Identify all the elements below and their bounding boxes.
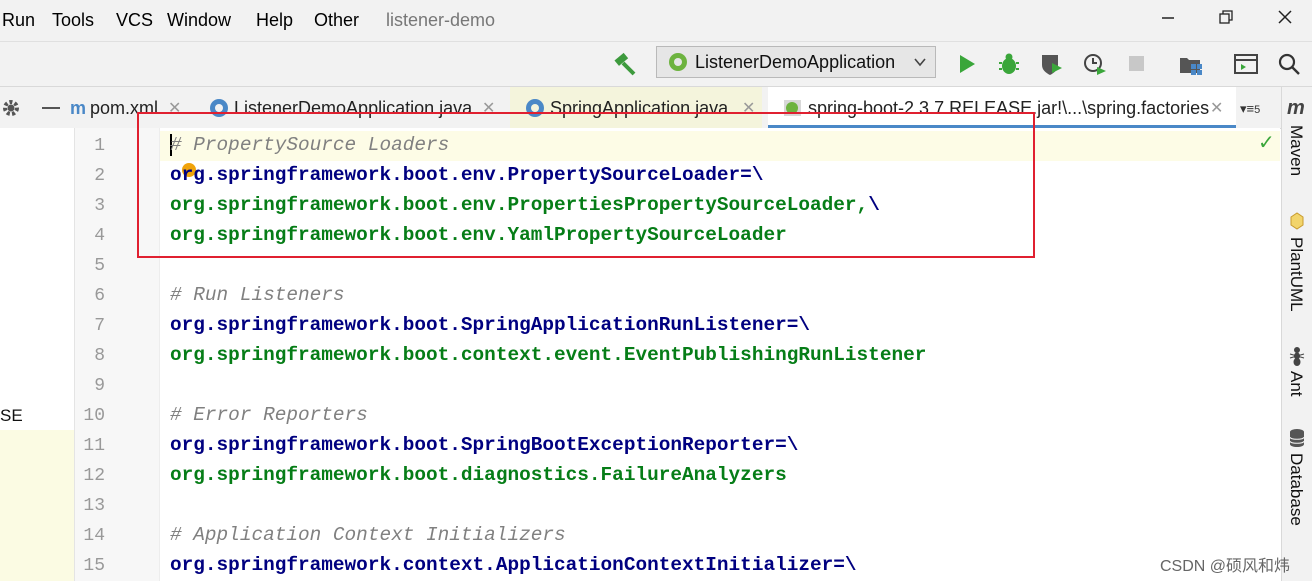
search-icon — [1278, 53, 1300, 75]
chevron-down-icon: ▾≡ — [1240, 101, 1255, 116]
minimize-icon — [1162, 17, 1174, 19]
chevron-down-icon — [914, 58, 926, 67]
project-structure-icon — [1180, 58, 1202, 75]
line-number: 12 — [83, 466, 105, 486]
build-button[interactable] — [612, 51, 638, 77]
tab-overflow-button[interactable]: ▾≡5 — [1240, 101, 1260, 117]
gear-icon — [3, 100, 19, 116]
project-tree-item[interactable]: SE — [0, 406, 23, 426]
presentation-mode-button[interactable] — [1233, 51, 1259, 77]
line-number: 11 — [83, 436, 105, 456]
search-everywhere-button[interactable] — [1276, 51, 1302, 77]
menu-run[interactable]: Run — [2, 10, 35, 31]
restore-icon — [1219, 10, 1233, 24]
code-value: org.springframework.boot.context.event.E… — [170, 344, 927, 366]
tool-window-maven[interactable]: Maven — [1286, 125, 1306, 176]
profile-button[interactable] — [1082, 51, 1108, 77]
code-comment: # Error Reporters — [170, 404, 368, 426]
debug-button[interactable] — [996, 51, 1022, 77]
spring-boot-icon — [669, 53, 687, 71]
right-tool-window-bar: m Maven PlantUML Ant Database — [1281, 87, 1312, 581]
profiler-icon — [1084, 54, 1106, 75]
code-value: org.springframework.boot.diagnostics.Fai… — [170, 464, 787, 486]
line-number: 1 — [94, 136, 105, 156]
close-icon[interactable]: ✕ — [1210, 98, 1223, 118]
menu-bar: Run Tools VCS Window Help Other listener… — [0, 0, 1312, 42]
line-number: 10 — [83, 406, 105, 426]
line-number: 6 — [94, 286, 105, 306]
line-number: 5 — [94, 256, 105, 276]
play-icon — [960, 55, 975, 73]
hammer-icon — [614, 52, 636, 76]
tab-overflow-count: 5 — [1254, 104, 1261, 116]
code-key: org.springframework.boot.SpringBootExcep… — [170, 434, 799, 456]
menu-help[interactable]: Help — [256, 10, 293, 31]
tool-window-ant[interactable]: Ant — [1286, 371, 1306, 397]
line-number: 9 — [94, 376, 105, 396]
line-number: 15 — [83, 556, 105, 576]
project-structure-button[interactable] — [1178, 51, 1204, 77]
selected-row-highlight — [0, 430, 74, 581]
watermark: CSDN @硕风和炜 — [1160, 558, 1291, 575]
project-title: listener-demo — [386, 10, 496, 30]
main-toolbar: ListenerDemoApplication — [0, 42, 1312, 87]
stop-icon — [1129, 56, 1144, 71]
menu-tools[interactable]: Tools — [52, 10, 94, 31]
line-number: 8 — [94, 346, 105, 366]
ant-icon — [1289, 347, 1305, 366]
minimize-button[interactable] — [1151, 6, 1185, 32]
menu-vcs[interactable]: VCS — [116, 10, 153, 31]
window-icon — [1234, 54, 1258, 74]
maven-file-icon: m — [70, 98, 87, 118]
tool-window-plantuml[interactable]: PlantUML — [1286, 237, 1306, 312]
menu-other[interactable]: Other — [314, 10, 359, 31]
code-key: org.springframework.context.ApplicationC… — [170, 554, 857, 576]
line-number: 3 — [94, 196, 105, 216]
project-panel: SE — [0, 128, 75, 581]
annotation-highlight-box — [137, 112, 1035, 258]
inspection-ok-icon[interactable]: ✓ — [1258, 130, 1275, 155]
code-comment: # Run Listeners — [170, 284, 345, 306]
line-number: 14 — [83, 526, 105, 546]
run-config-label: ListenerDemoApplication — [695, 52, 896, 72]
bug-icon — [999, 53, 1019, 74]
line-number: 13 — [83, 496, 105, 516]
line-number: 7 — [94, 316, 105, 336]
run-button[interactable] — [954, 51, 980, 77]
stop-button[interactable] — [1124, 51, 1150, 77]
maven-icon: m — [1287, 97, 1305, 119]
menu-window[interactable]: Window — [167, 10, 231, 31]
line-number: 4 — [94, 226, 105, 246]
settings-button[interactable] — [0, 97, 22, 124]
coverage-shield-icon — [1042, 55, 1062, 75]
database-icon — [1289, 429, 1305, 447]
restore-button[interactable] — [1209, 6, 1243, 32]
plantuml-icon — [1290, 212, 1304, 230]
tool-window-database[interactable]: Database — [1286, 453, 1306, 526]
close-icon — [1278, 10, 1292, 24]
close-window-button[interactable] — [1268, 6, 1302, 32]
hide-panel-button[interactable] — [42, 107, 60, 109]
code-key: org.springframework.boot.SpringApplicati… — [170, 314, 810, 336]
line-number: 2 — [94, 166, 105, 186]
code-comment: # Application Context Initializers — [170, 524, 566, 546]
run-with-coverage-button[interactable] — [1038, 51, 1064, 77]
run-config-select[interactable]: ListenerDemoApplication — [656, 46, 936, 78]
